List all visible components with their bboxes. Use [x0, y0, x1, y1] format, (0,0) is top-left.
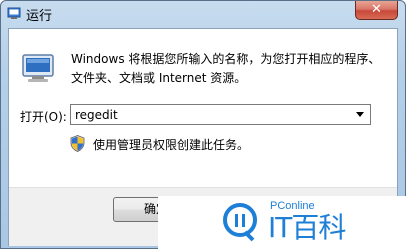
close-button[interactable]: ✕	[355, 1, 398, 20]
pconline-watermark: PConline IT百科	[158, 196, 406, 249]
run-icon	[22, 54, 54, 82]
admin-privilege-note: 使用管理员权限创建此任务。	[93, 138, 250, 152]
close-icon: ✕	[371, 2, 382, 17]
pconline-logo-icon	[223, 203, 257, 242]
open-combobox[interactable]	[70, 104, 371, 125]
title-bar[interactable]: 运行 ✕	[1, 1, 405, 27]
window-title: 运行	[26, 9, 53, 24]
open-label: 打开(O):	[20, 110, 67, 124]
chevron-down-icon[interactable]	[356, 112, 364, 117]
uac-shield-icon	[70, 135, 85, 152]
description-text: Windows 将根据您所输入的名称，为您打开相应的程序、文件夹、文档或 Int…	[71, 52, 381, 85]
open-input[interactable]	[71, 105, 351, 124]
run-app-icon	[7, 7, 21, 19]
watermark-name: IT百科	[268, 211, 346, 244]
